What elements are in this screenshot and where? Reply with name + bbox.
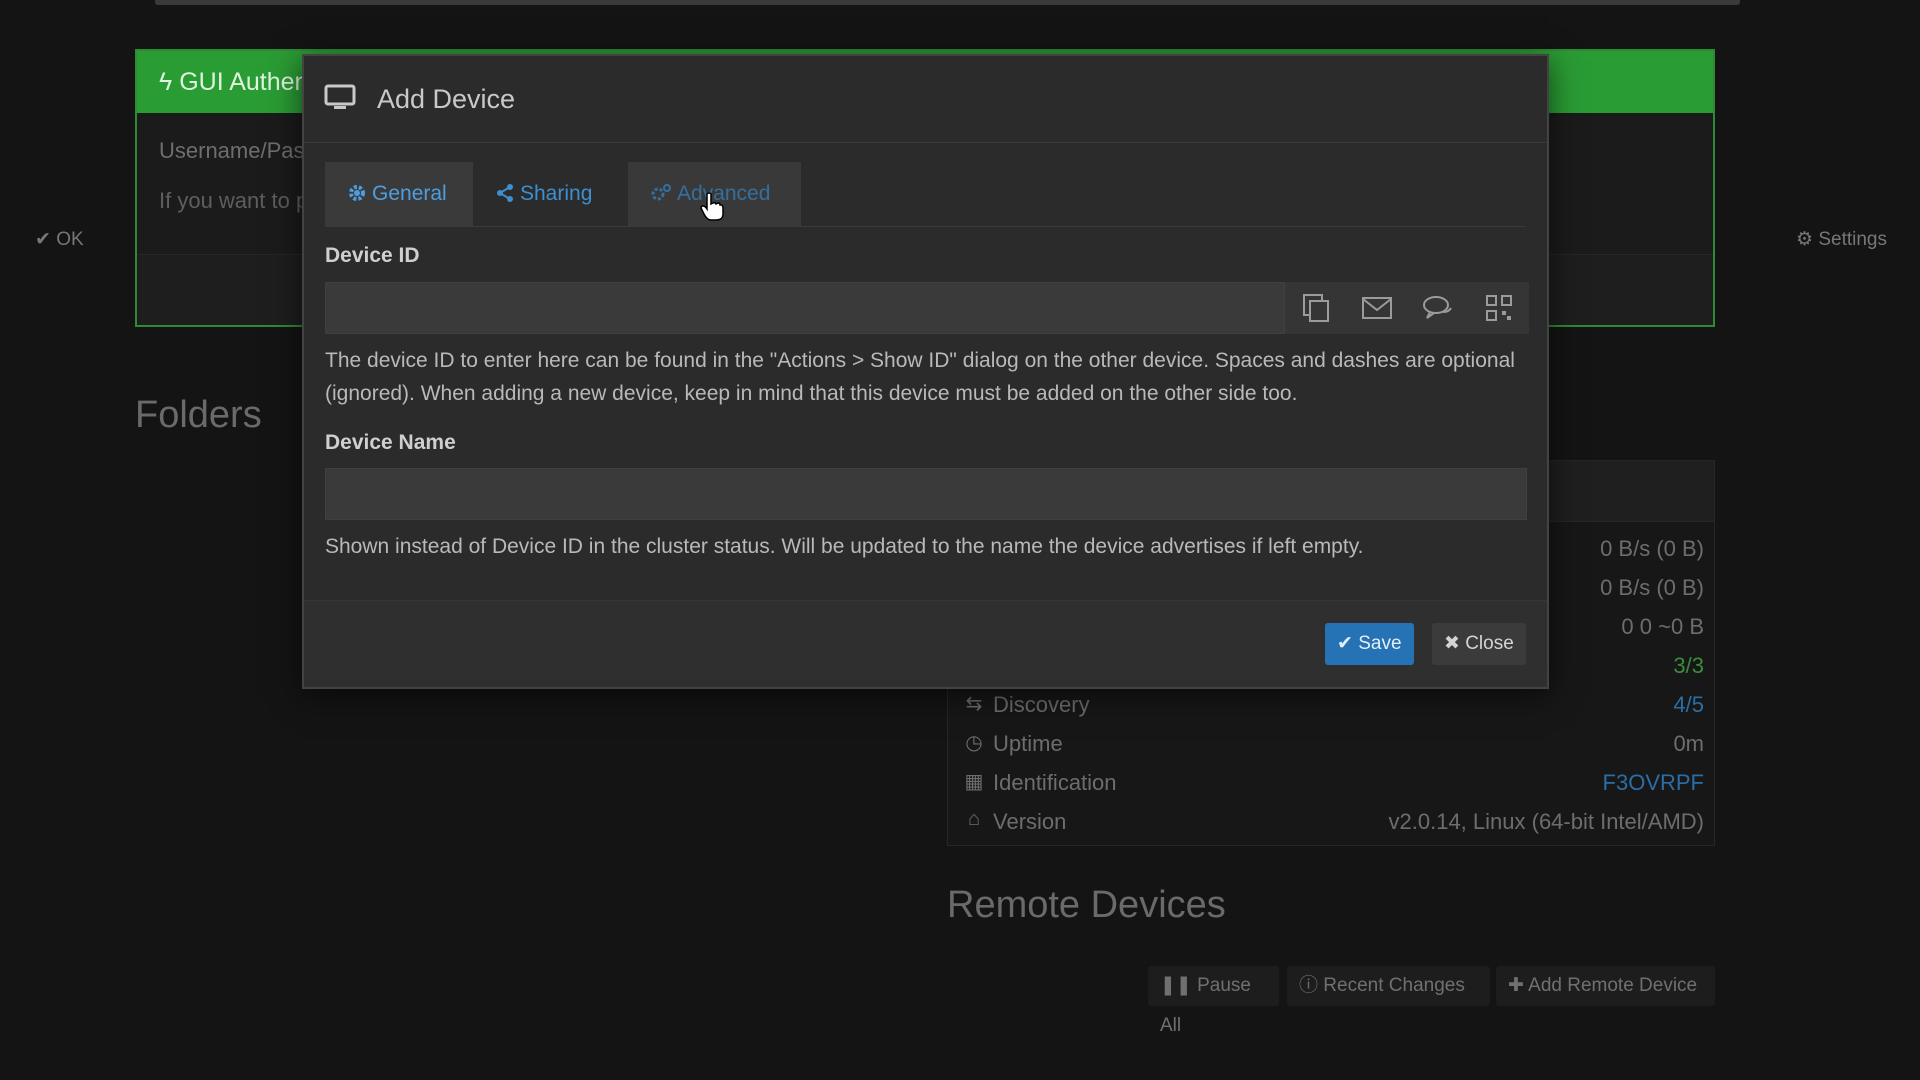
qr-code-button[interactable] [1468, 282, 1529, 334]
copy-button[interactable] [1285, 282, 1346, 334]
gears-icon [651, 184, 671, 201]
stat-value: 0 B/s (0 B) [1600, 536, 1704, 561]
stat-value[interactable]: 4/5 [1673, 692, 1704, 718]
check-circle-icon: ✔ [35, 229, 51, 250]
device-name-help: Shown instead of Device ID in the cluste… [325, 535, 1364, 558]
qrcode-icon: ▦ [964, 771, 984, 793]
bolt-icon: ϟ [159, 68, 173, 96]
device-id-input[interactable] [325, 282, 1285, 334]
remote-devices-heading: Remote Devices [947, 884, 1226, 926]
gui-auth-text-1: Username/Pas [159, 138, 305, 163]
dialog-footer: ✔ Save ✖ Close [304, 600, 1547, 687]
hand-pointer-cursor-icon [700, 192, 724, 227]
stat-value: 0 0 ~0 B [1621, 614, 1704, 639]
close-button[interactable]: ✖ Close [1432, 623, 1526, 665]
stat-value: 0 B/s (0 B) [1600, 575, 1704, 600]
stat-identification: ▦ Identification F3OVRPF [963, 766, 1704, 802]
add-remote-device-button[interactable]: ✚ Add Remote Device [1496, 966, 1715, 1006]
envelope-icon [1361, 297, 1392, 319]
stat-value: 0m [1673, 731, 1704, 756]
tag-icon: ⌂ [967, 808, 981, 830]
recent-changes-button[interactable]: ⓘ Recent Changes [1287, 966, 1490, 1006]
folders-heading: Folders [135, 394, 262, 436]
pause-icon: ❚❚ [1160, 975, 1192, 996]
tab-general-label: General [372, 182, 447, 205]
share-icon [497, 184, 513, 202]
clock-icon: ◷ [965, 732, 983, 754]
stat-discovery: ⇆ Discovery 4/5 [963, 688, 1704, 724]
device-name-label: Device Name [325, 431, 456, 454]
stat-label: Discovery [993, 692, 1090, 717]
dialog-tabs: General Sharing Advanced [325, 162, 1526, 227]
pause-all-button[interactable]: ❚❚ Pause All [1148, 966, 1279, 1036]
save-label: Save [1358, 633, 1402, 654]
stat-label: Identification [993, 770, 1117, 795]
gui-auth-settings-button[interactable]: ⚙ Settings [1796, 228, 1887, 251]
stat-label: Uptime [993, 731, 1063, 756]
desktop-icon [324, 84, 356, 117]
copy-icon [1302, 294, 1329, 322]
signpost-icon: ⇆ [965, 693, 983, 715]
email-button[interactable] [1346, 282, 1407, 334]
gear-icon: ⚙ [1796, 229, 1814, 250]
stat-value[interactable]: 3/3 [1673, 653, 1704, 679]
tab-general[interactable]: General [325, 162, 473, 226]
stat-value[interactable]: F3OVRPF [1603, 770, 1704, 796]
dialog-title: Add Device [377, 84, 516, 114]
stat-uptime: ◷ Uptime 0m [963, 727, 1704, 763]
device-name-input[interactable] [325, 468, 1527, 520]
stat-value: v2.0.14, Linux (64-bit Intel/AMD) [1388, 809, 1704, 834]
device-id-help: The device ID to enter here can be found… [325, 349, 1515, 405]
tab-sharing-label: Sharing [520, 182, 593, 205]
browser-scrollbar[interactable] [155, 0, 1740, 5]
dialog-header: Add Device [304, 56, 1547, 143]
chat-bubbles-icon [1422, 296, 1452, 319]
message-button[interactable] [1407, 282, 1468, 334]
gui-auth-text-2: If you want to p [159, 188, 309, 213]
close-icon: ✖ [1444, 633, 1460, 654]
gui-auth-title: GUI Authen [179, 68, 309, 96]
gui-auth-ok-button[interactable]: ✔ OK [35, 228, 84, 251]
add-device-dialog: Add Device General Sharing Advanced Devi… [302, 54, 1549, 689]
close-label: Close [1465, 633, 1514, 654]
gui-auth-settings-label: Settings [1818, 229, 1887, 250]
save-button[interactable]: ✔ Save [1325, 623, 1414, 665]
plus-icon: ✚ [1508, 975, 1524, 996]
device-id-label: Device ID [325, 244, 420, 267]
stat-label: Version [993, 809, 1067, 834]
check-icon: ✔ [1337, 633, 1353, 654]
add-remote-device-label: Add Remote Device [1528, 975, 1698, 996]
tab-sharing[interactable]: Sharing [473, 162, 625, 226]
qrcode-icon [1485, 295, 1512, 321]
stat-version: ⌂ Version v2.0.14, Linux (64-bit Intel/A… [963, 805, 1704, 841]
gui-auth-ok-label: OK [56, 229, 84, 250]
gear-icon [349, 185, 365, 201]
info-icon: ⓘ [1299, 975, 1319, 996]
recent-changes-label: Recent Changes [1323, 975, 1465, 996]
